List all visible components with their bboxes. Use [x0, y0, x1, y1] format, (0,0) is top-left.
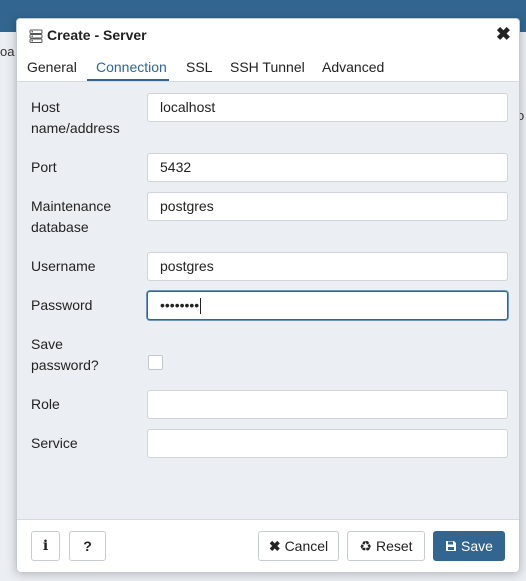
- save-button[interactable]: Save: [433, 531, 505, 561]
- role-label: Role: [31, 396, 60, 412]
- tab-ssh-tunnel[interactable]: SSH Tunnel: [230, 59, 305, 75]
- info-icon: i: [42, 538, 49, 554]
- role-input[interactable]: [147, 390, 508, 419]
- maintenance-database-label: Maintenance database: [31, 198, 112, 235]
- host-input[interactable]: localhost: [147, 93, 508, 122]
- tab-connection[interactable]: Connection: [96, 59, 167, 75]
- service-input[interactable]: [147, 429, 508, 458]
- tab-general[interactable]: General: [27, 59, 77, 75]
- save-password-checkbox[interactable]: [148, 355, 163, 370]
- info-button[interactable]: i: [31, 531, 60, 561]
- password-masked-value: ••••••••: [160, 297, 200, 313]
- reset-label: Reset: [375, 538, 413, 554]
- password-input[interactable]: ••••••••: [147, 291, 508, 320]
- port-input[interactable]: 5432: [147, 153, 508, 182]
- background-text-left: oa: [0, 44, 15, 59]
- recycle-icon: ♻: [359, 537, 372, 554]
- cancel-label: Cancel: [284, 538, 329, 554]
- cancel-button[interactable]: ✖ Cancel: [258, 531, 339, 561]
- dialog-footer: i ? ✖ Cancel ♻ Reset Save: [17, 519, 519, 572]
- active-tab-indicator: [87, 79, 169, 81]
- password-label: Password: [31, 297, 93, 313]
- port-label: Port: [31, 159, 57, 175]
- maintenance-database-input[interactable]: postgres: [147, 192, 508, 221]
- username-label: Username: [31, 258, 96, 274]
- dialog-title: Create - Server: [47, 27, 147, 43]
- text-caret: [200, 298, 202, 315]
- create-server-dialog: Create - Server ✖ General Connection SSL…: [16, 18, 520, 572]
- close-icon: ✖: [268, 537, 281, 554]
- reset-button[interactable]: ♻ Reset: [347, 531, 425, 561]
- dialog-header[interactable]: Create - Server ✖: [17, 19, 519, 51]
- username-input[interactable]: postgres: [147, 252, 508, 281]
- help-icon: ?: [83, 538, 92, 554]
- tab-bar: General Connection SSL SSH Tunnel Advanc…: [17, 51, 519, 82]
- help-button[interactable]: ?: [69, 531, 106, 561]
- host-label: Host name/address: [31, 99, 120, 136]
- service-label: Service: [31, 435, 78, 451]
- connection-form: Host name/address localhost Port 5432 Ma…: [17, 82, 519, 519]
- server-icon: [29, 29, 43, 43]
- tab-ssl[interactable]: SSL: [186, 59, 212, 75]
- tab-advanced[interactable]: Advanced: [322, 59, 384, 75]
- floppy-disk-icon: [446, 541, 457, 551]
- close-icon[interactable]: ✖: [496, 24, 511, 44]
- save-label: Save: [461, 538, 493, 554]
- save-password-label: Save password?: [31, 336, 99, 373]
